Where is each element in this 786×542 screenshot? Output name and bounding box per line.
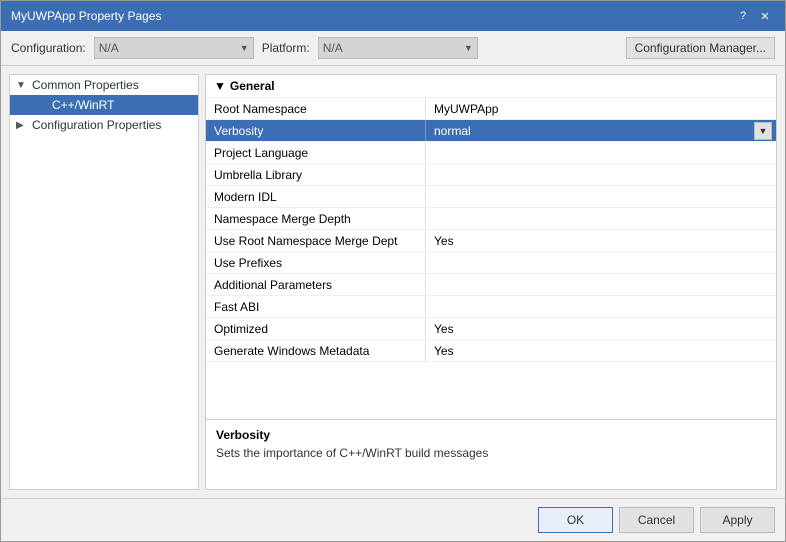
prop-row-use-prefixes[interactable]: Use Prefixes — [206, 252, 776, 274]
prop-row-modern-idl[interactable]: Modern IDL — [206, 186, 776, 208]
prop-dropdown-arrow-verbosity[interactable]: ▼ — [754, 122, 772, 140]
help-button[interactable]: ? — [733, 7, 753, 25]
configuration-value: N/A — [99, 41, 119, 55]
property-pages-dialog: MyUWPApp Property Pages ? ✕ Configuratio… — [0, 0, 786, 542]
tree-expand-icon: ▶ — [16, 120, 28, 131]
section-expand-icon: ▼ — [214, 79, 226, 93]
section-header: ▼ General — [206, 75, 776, 98]
prop-row-namespace-merge-depth[interactable]: Namespace Merge Depth — [206, 208, 776, 230]
prop-value-use-root-namespace: Yes — [426, 230, 776, 251]
prop-name-fast-abi: Fast ABI — [206, 296, 426, 317]
prop-name-use-root-namespace: Use Root Namespace Merge Dept — [206, 230, 426, 251]
prop-value-modern-idl — [426, 186, 776, 207]
dialog-title: MyUWPApp Property Pages — [11, 9, 162, 23]
button-bar: OK Cancel Apply — [1, 498, 785, 541]
prop-name-umbrella-library: Umbrella Library — [206, 164, 426, 185]
title-bar: MyUWPApp Property Pages ? ✕ — [1, 1, 785, 31]
config-bar: Configuration: N/A ▼ Platform: N/A ▼ Con… — [1, 31, 785, 66]
prop-name-modern-idl: Modern IDL — [206, 186, 426, 207]
tree-item-label: C++/WinRT — [52, 98, 114, 112]
prop-row-verbosity[interactable]: Verbositynormal▼ — [206, 120, 776, 142]
tree-item-label: Configuration Properties — [32, 118, 161, 132]
configuration-label: Configuration: — [11, 41, 86, 55]
prop-row-additional-parameters[interactable]: Additional Parameters — [206, 274, 776, 296]
main-content: ▼ Common Properties C++/WinRT ▶ Configuratio… — [1, 66, 785, 498]
prop-name-optimized: Optimized — [206, 318, 426, 339]
prop-row-fast-abi[interactable]: Fast ABI — [206, 296, 776, 318]
description-title: Verbosity — [216, 428, 766, 442]
prop-name-project-language: Project Language — [206, 142, 426, 163]
prop-row-optimized[interactable]: OptimizedYes — [206, 318, 776, 340]
section-label: General — [230, 79, 275, 93]
prop-value-umbrella-library — [426, 164, 776, 185]
prop-name-verbosity: Verbosity — [206, 120, 426, 141]
tree-item-cpp-winrt[interactable]: C++/WinRT — [10, 95, 198, 115]
tree-item-config-properties[interactable]: ▶ Configuration Properties — [10, 115, 198, 135]
cancel-button[interactable]: Cancel — [619, 507, 694, 533]
description-text: Sets the importance of C++/WinRT build m… — [216, 446, 766, 460]
prop-value-use-prefixes — [426, 252, 776, 273]
tree-item-label: Common Properties — [32, 78, 139, 92]
prop-row-generate-windows-metadata[interactable]: Generate Windows MetadataYes — [206, 340, 776, 362]
prop-name-use-prefixes: Use Prefixes — [206, 252, 426, 273]
tree-panel: ▼ Common Properties C++/WinRT ▶ Configuratio… — [9, 74, 199, 490]
prop-row-umbrella-library[interactable]: Umbrella Library — [206, 164, 776, 186]
prop-value-additional-parameters — [426, 274, 776, 295]
configuration-dropdown[interactable]: N/A ▼ — [94, 37, 254, 59]
prop-name-root-namespace: Root Namespace — [206, 98, 426, 119]
prop-value-fast-abi — [426, 296, 776, 317]
properties-panel: ▼ General Root NamespaceMyUWPAppVerbosit… — [205, 74, 777, 490]
platform-label: Platform: — [262, 41, 310, 55]
prop-value-verbosity[interactable]: normal▼ — [426, 120, 776, 141]
configuration-manager-button[interactable]: Configuration Manager... — [626, 37, 775, 59]
prop-value-root-namespace: MyUWPApp — [426, 98, 776, 119]
description-panel: Verbosity Sets the importance of C++/Win… — [206, 419, 776, 489]
configuration-dropdown-arrow: ▼ — [240, 43, 249, 53]
prop-name-additional-parameters: Additional Parameters — [206, 274, 426, 295]
prop-row-project-language[interactable]: Project Language — [206, 142, 776, 164]
title-bar-buttons: ? ✕ — [733, 7, 775, 25]
tree-item-common-properties[interactable]: ▼ Common Properties — [10, 75, 198, 95]
prop-name-generate-windows-metadata: Generate Windows Metadata — [206, 340, 426, 361]
tree-expand-icon: ▼ — [16, 80, 28, 91]
prop-value-generate-windows-metadata: Yes — [426, 340, 776, 361]
prop-value-project-language — [426, 142, 776, 163]
platform-dropdown[interactable]: N/A ▼ — [318, 37, 478, 59]
ok-button[interactable]: OK — [538, 507, 613, 533]
prop-value-optimized: Yes — [426, 318, 776, 339]
prop-row-root-namespace[interactable]: Root NamespaceMyUWPApp — [206, 98, 776, 120]
prop-row-use-root-namespace[interactable]: Use Root Namespace Merge DeptYes — [206, 230, 776, 252]
prop-name-namespace-merge-depth: Namespace Merge Depth — [206, 208, 426, 229]
platform-dropdown-arrow: ▼ — [464, 43, 473, 53]
prop-value-namespace-merge-depth — [426, 208, 776, 229]
properties-table: Root NamespaceMyUWPAppVerbositynormal▼Pr… — [206, 98, 776, 419]
platform-value: N/A — [323, 41, 343, 55]
apply-button[interactable]: Apply — [700, 507, 775, 533]
close-button[interactable]: ✕ — [755, 7, 775, 25]
